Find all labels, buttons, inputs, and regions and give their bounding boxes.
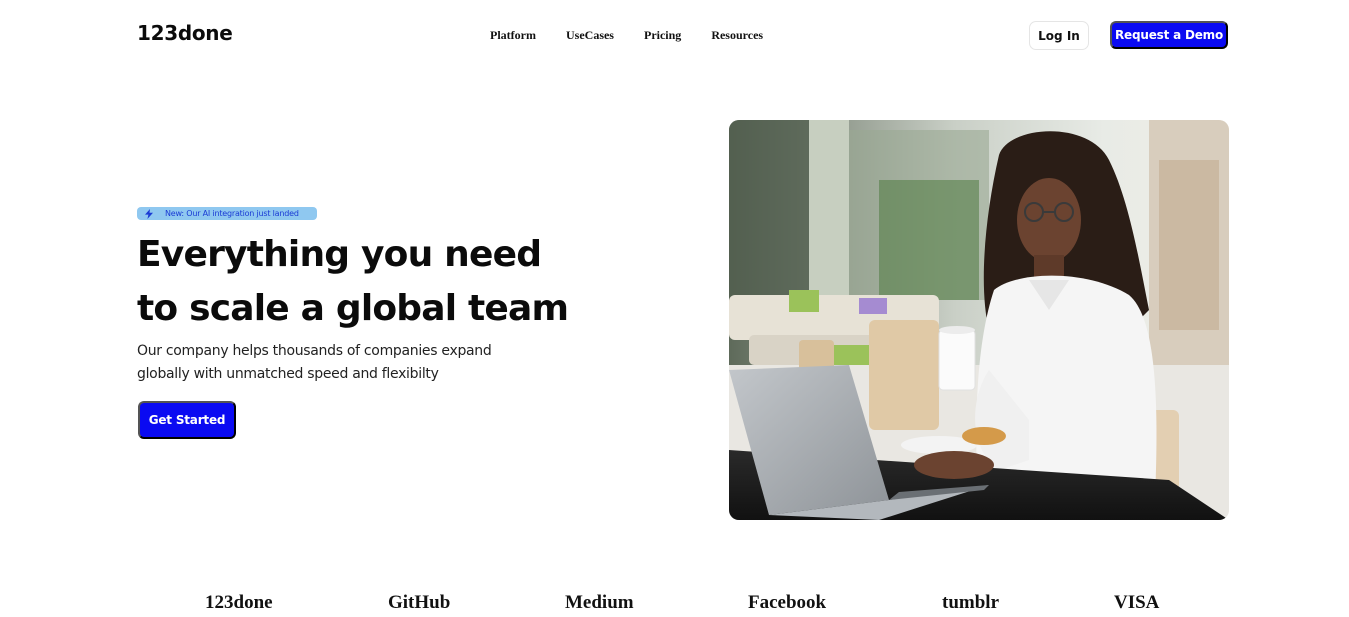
hero-subtitle-line-2: globally with unmatched speed and flexib… [137, 366, 439, 382]
brand-123done: 123done [205, 592, 273, 613]
main-nav: Platform UseCases Pricing Resources [490, 28, 793, 43]
request-demo-button[interactable]: Request a Demo [1110, 21, 1228, 49]
brand-github: GitHub [388, 592, 451, 613]
site-logo[interactable]: 123done [137, 21, 233, 45]
brand-facebook: Facebook [748, 592, 827, 613]
nav-usecases[interactable]: UseCases [566, 28, 614, 43]
brand-logos: 123done GitHub Medium Facebook tumblr VI… [0, 590, 1349, 617]
brand-medium: Medium [565, 592, 634, 613]
badge-text: New: Our AI integration just landed [165, 209, 299, 218]
hero-subtitle: Our company helps thousands of companies… [137, 340, 527, 386]
brand-visa: VISA [1114, 592, 1160, 613]
lightning-icon [145, 208, 153, 219]
site-header: 123done Platform UseCases Pricing Resour… [0, 0, 1349, 70]
get-started-button[interactable]: Get Started [138, 401, 236, 439]
hero-title-line-1: Everything you need [137, 234, 542, 275]
hero-title-line-2: to scale a global team [137, 288, 569, 329]
hero-subtitle-line-1: Our company helps thousands of companies… [137, 343, 492, 359]
hero-image [729, 120, 1229, 520]
announcement-badge[interactable]: New: Our AI integration just landed [137, 207, 317, 220]
nav-platform[interactable]: Platform [490, 28, 536, 43]
brand-tumblr: tumblr [942, 592, 999, 613]
nav-pricing[interactable]: Pricing [644, 28, 681, 43]
login-button[interactable]: Log In [1029, 21, 1089, 50]
nav-resources[interactable]: Resources [711, 28, 763, 43]
hero-title: Everything you need to scale a global te… [137, 228, 569, 336]
